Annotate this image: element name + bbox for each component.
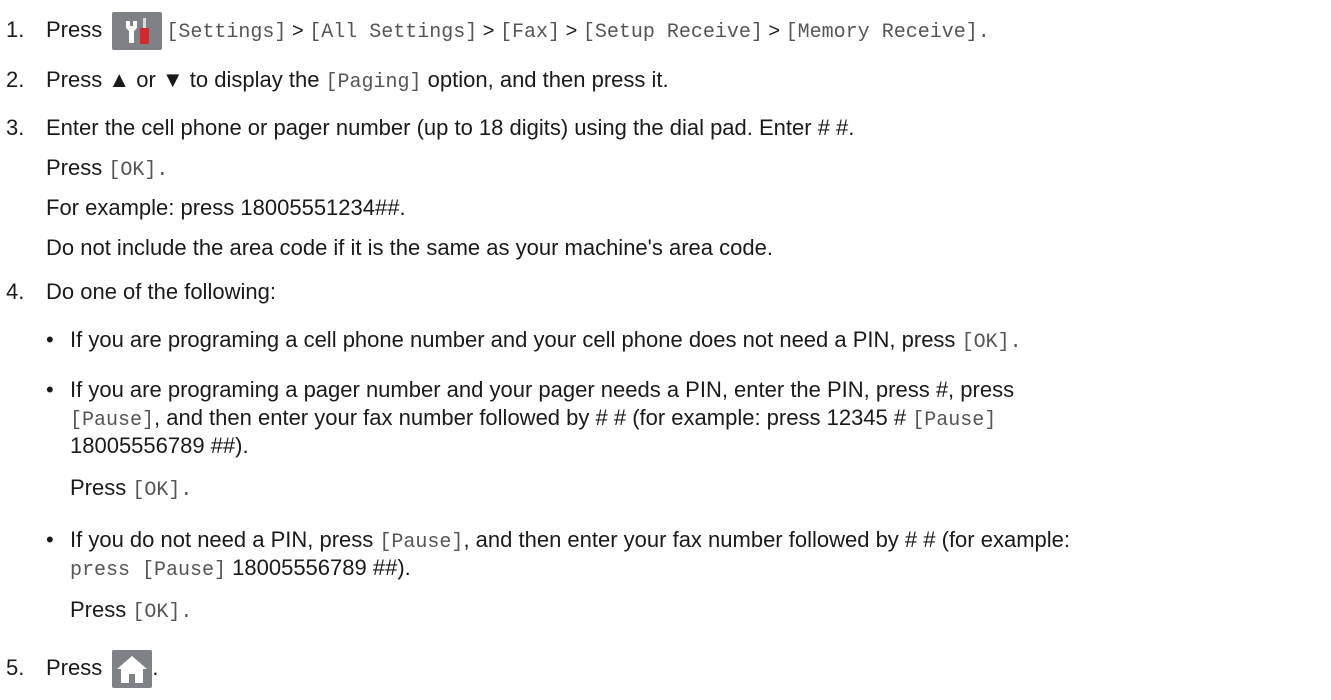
- bullet-3-press: Press [OK].: [70, 597, 193, 624]
- menu-path: [Settings] > [All Settings] > [Fax] > [S…: [166, 19, 990, 44]
- home-icon: [112, 650, 153, 688]
- step-3-note: Do not include the area code if it is th…: [46, 235, 773, 260]
- step-5: 5. Press .: [0, 650, 159, 688]
- bullet-3: • If you do not need a PIN, press [Pause]…: [46, 527, 1070, 554]
- settings-icon: [112, 12, 163, 50]
- step-text: Press: [46, 654, 103, 680]
- step-text: Press ▲ or ▼ to display the: [46, 67, 326, 92]
- step-1: 1. Press [Settings] > [All Settings] > [F…: [0, 12, 990, 50]
- step-3: 3. Enter the cell phone or pager number (…: [0, 114, 854, 142]
- step-text: Do one of the following:: [46, 279, 276, 304]
- step-3-example: For example: press 18005551234##.: [46, 195, 406, 220]
- step-text: Enter the cell phone or pager number (up…: [46, 115, 855, 140]
- step-number: 4.: [6, 279, 25, 304]
- step-text: Press: [46, 16, 103, 42]
- step-text-end: option, and then press it.: [421, 67, 669, 92]
- bullet-2: • If you are programing a pager number an…: [46, 377, 1015, 402]
- step-4: 4. Do one of the following:: [0, 278, 276, 306]
- step-number: 1.: [6, 16, 25, 42]
- ok-option: [OK]: [108, 159, 157, 182]
- bullet-1: • If you are programing a cell phone numb…: [46, 327, 1022, 354]
- step-number: 2.: [6, 67, 25, 92]
- bullet-2-line-3: 18005556789 ##).: [70, 433, 249, 458]
- step-number: 3.: [6, 115, 25, 140]
- step-3-press: Press [OK].: [46, 155, 169, 182]
- step-number: 5.: [6, 654, 25, 680]
- bullet-2-press: Press [OK].: [70, 475, 193, 502]
- paging-option: [Paging]: [325, 71, 422, 94]
- step-2: 2. Press ▲ or ▼ to display the [Paging] o…: [0, 66, 669, 97]
- bullet-2-line-2: [Pause], and then enter your fax number …: [70, 405, 997, 432]
- bullet-3-line-2: press [Pause] 18005556789 ##).: [70, 555, 411, 582]
